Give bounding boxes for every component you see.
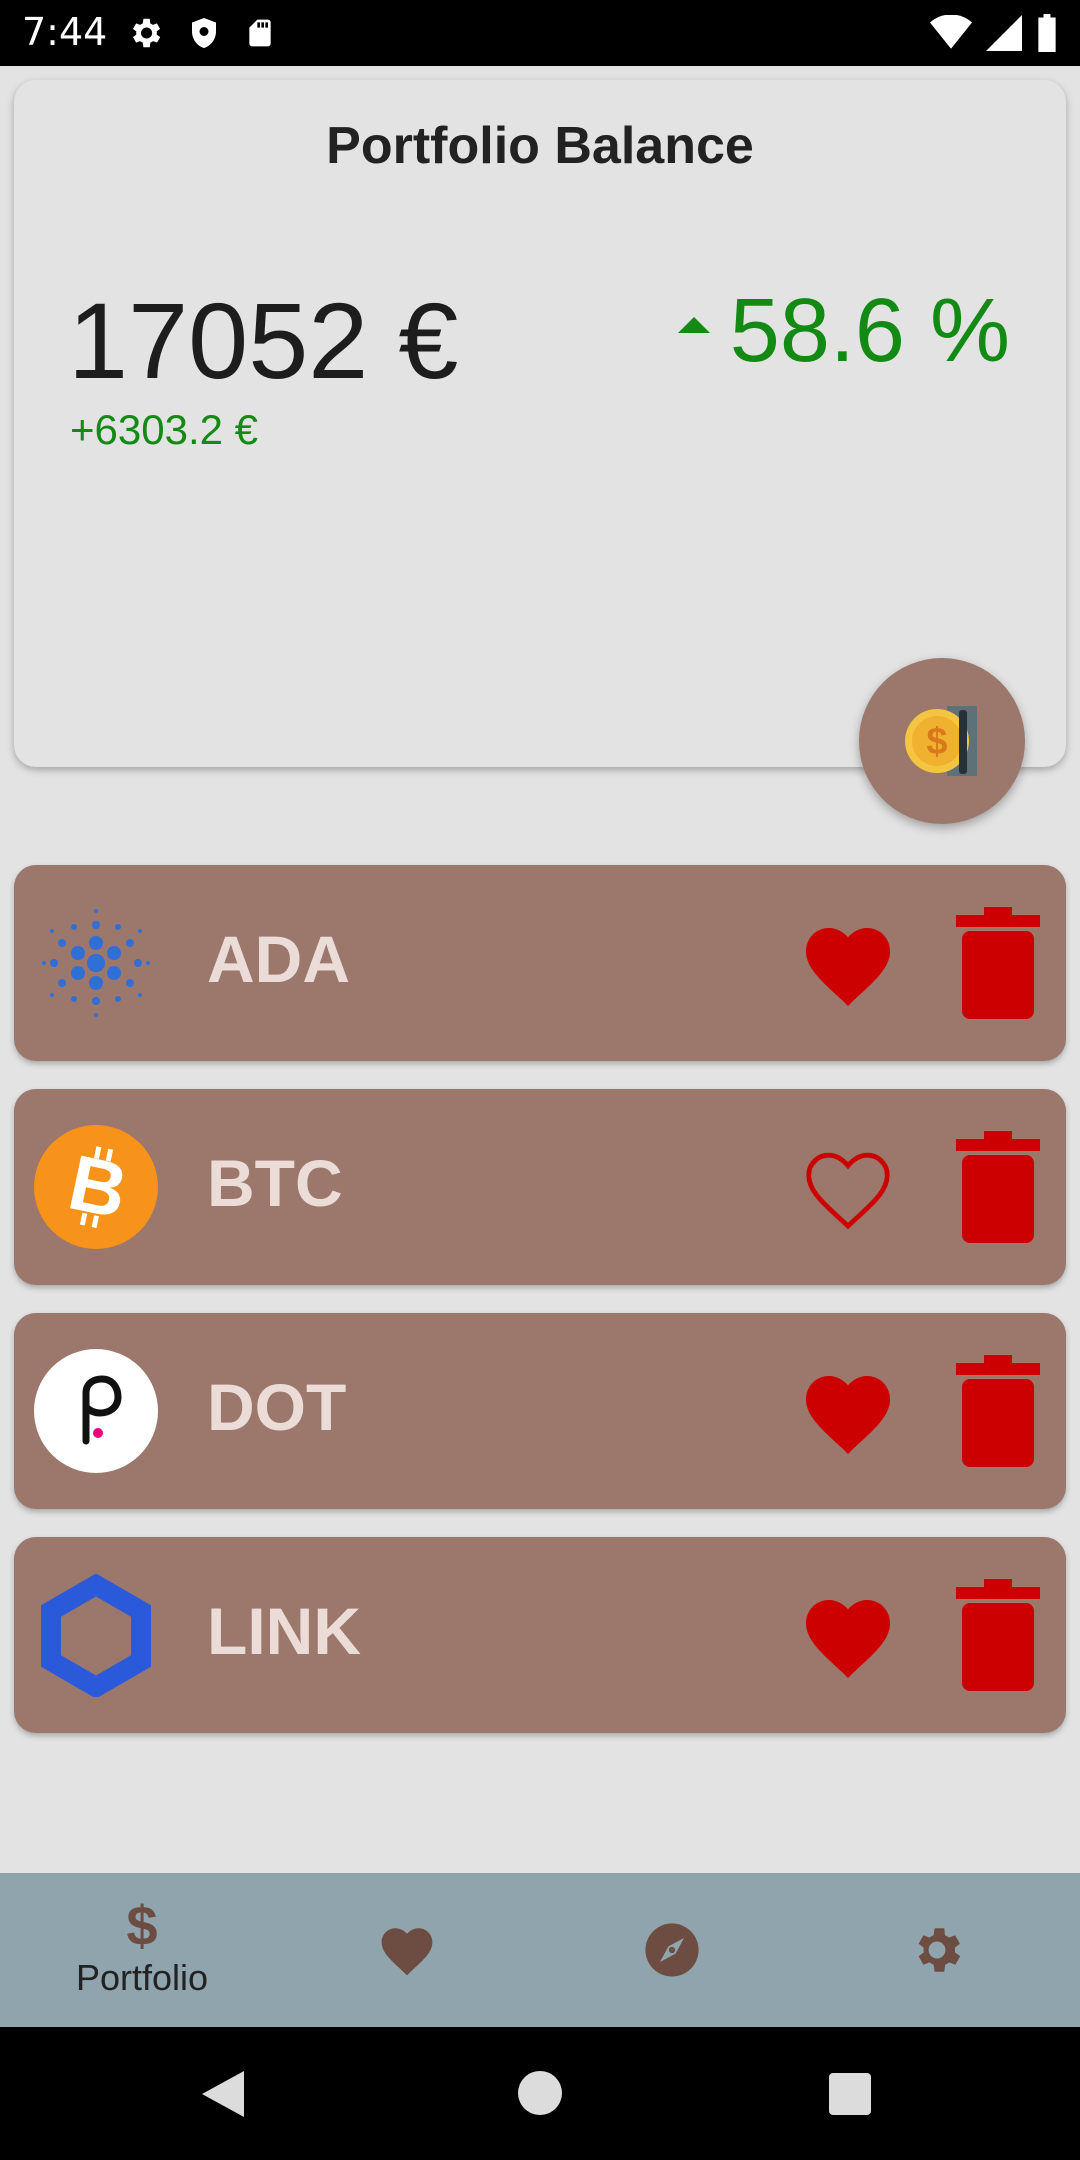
favorite-outline-icon[interactable] — [800, 1143, 896, 1233]
favorite-filled-icon[interactable] — [800, 919, 896, 1009]
wifi-icon — [930, 15, 972, 49]
bottom-navigation: $ Portfolio — [0, 1873, 1080, 2027]
coin-symbol: BTC — [207, 1146, 343, 1220]
coin-card-dot[interactable]: DOT — [14, 1313, 1066, 1509]
bitcoin-icon: B — [34, 1125, 158, 1249]
shield-icon — [192, 18, 216, 48]
nav-item-settings[interactable] — [837, 1873, 1037, 2027]
delete-icon[interactable] — [956, 1131, 1040, 1243]
signal-icon — [986, 15, 1022, 51]
home-icon[interactable] — [518, 2071, 562, 2115]
favorite-filled-icon[interactable] — [800, 1367, 896, 1457]
svg-text:$: $ — [126, 1901, 157, 1953]
status-time: 7:44 — [22, 10, 108, 54]
recents-icon[interactable] — [829, 2073, 871, 2115]
coin-symbol: ADA — [207, 922, 350, 996]
coin-list: ADA B BTC DOT LINK — [14, 865, 1066, 1761]
system-navigation-bar — [0, 2027, 1080, 2160]
nav-label-portfolio: Portfolio — [75, 1957, 209, 1998]
compass-icon — [645, 1923, 699, 1977]
heart-icon — [381, 1928, 433, 1976]
settings-icon — [918, 1928, 961, 1972]
coin-card-ada[interactable]: ADA — [14, 865, 1066, 1061]
polkadot-icon — [34, 1349, 158, 1473]
sd-card-icon — [249, 19, 271, 47]
delete-icon[interactable] — [956, 1355, 1040, 1467]
dollar-icon: $ — [126, 1901, 157, 1953]
nav-item-portfolio[interactable]: $ Portfolio — [42, 1873, 242, 2027]
trend-up-icon — [677, 316, 710, 333]
balance-change-amount: +6303.2 € — [70, 406, 259, 453]
status-bar: 7:44 — [0, 0, 1080, 66]
coin-card-btc[interactable]: B BTC — [14, 1089, 1066, 1285]
percent-change: 58.6 % — [677, 280, 1010, 383]
battery-icon — [1038, 14, 1056, 52]
add-transaction-button[interactable]: $ — [859, 658, 1025, 824]
delete-icon[interactable] — [956, 907, 1040, 1019]
coin-symbol: DOT — [207, 1370, 347, 1444]
percent-change-value: 58.6 % — [729, 281, 1010, 381]
back-icon[interactable] — [202, 2071, 244, 2117]
svg-text:$: $ — [926, 721, 947, 763]
chainlink-icon — [41, 1573, 151, 1697]
delete-icon[interactable] — [956, 1579, 1040, 1691]
coin-deposit-icon: $ — [905, 706, 977, 776]
card-title: Portfolio Balance — [326, 117, 754, 175]
gear-icon — [132, 18, 161, 48]
coin-card-link[interactable]: LINK — [14, 1537, 1066, 1733]
nav-item-favorites[interactable] — [307, 1873, 507, 2027]
balance-value: 17052 € — [68, 280, 459, 401]
cardano-icon — [42, 909, 150, 1017]
nav-item-explore[interactable] — [572, 1873, 772, 2027]
coin-symbol: LINK — [207, 1594, 361, 1668]
favorite-filled-icon[interactable] — [800, 1591, 896, 1681]
